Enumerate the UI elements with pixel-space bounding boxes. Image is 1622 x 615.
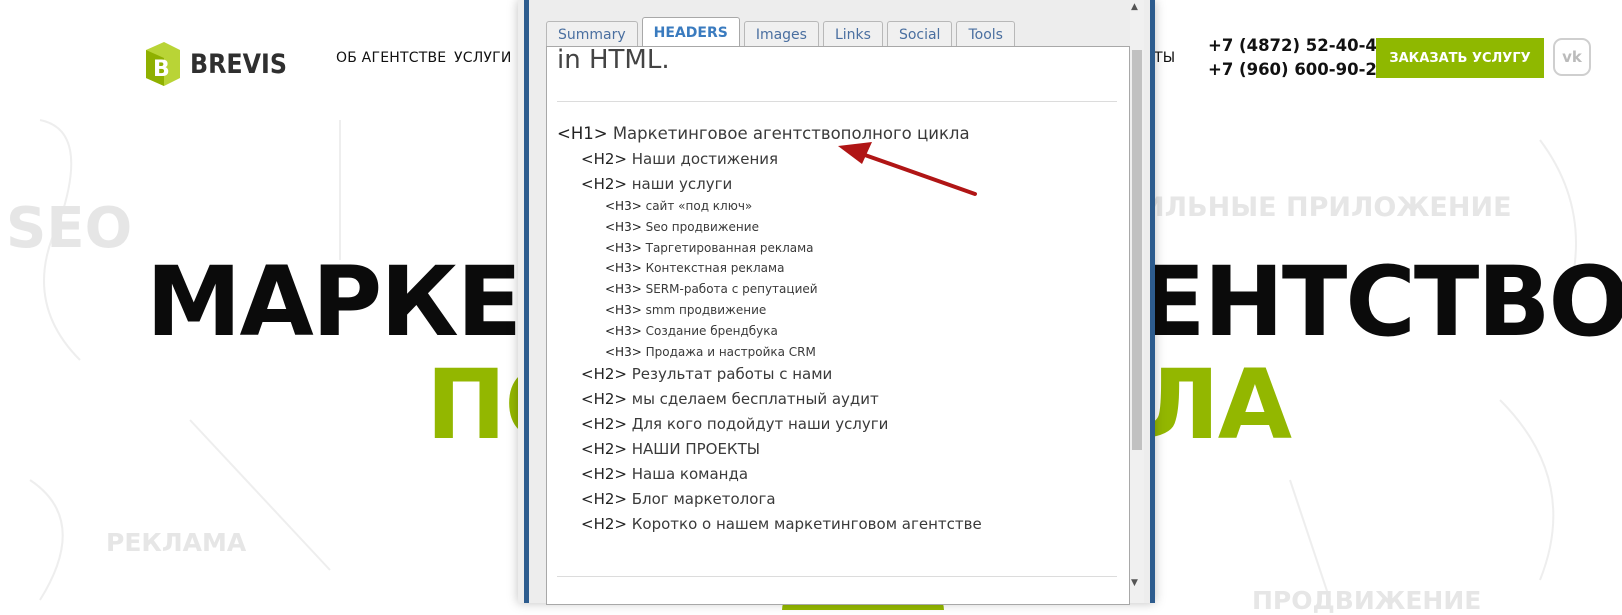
header-row: <H2> Наша команда — [581, 465, 749, 484]
header-row: <H2> НАШИ ПРОЕКТЫ — [581, 440, 760, 459]
panel-tabs: Summary HEADERS Images Links Social Tool… — [546, 17, 1015, 48]
header-row: <H2> мы сделаем бесплатный аудит — [581, 390, 879, 409]
tab-images[interactable]: Images — [743, 21, 819, 48]
svg-text:B: B — [153, 57, 170, 82]
header-row: <H2> Результат работы с нами — [581, 365, 833, 384]
scroll-thumb[interactable] — [1132, 50, 1142, 450]
header-row: <H3> Таргетированная реклама — [605, 240, 814, 255]
nav-services[interactable]: УСЛУГИ — [454, 50, 512, 66]
tab-headers[interactable]: HEADERS — [641, 17, 740, 48]
phone-1[interactable]: +7 (4872) 52-40-45 — [1208, 34, 1388, 58]
phone-numbers: +7 (4872) 52-40-45 +7 (960) 600-90-20 — [1208, 34, 1388, 82]
header-row: <H2> Наши достижения — [581, 150, 779, 168]
divider-bottom — [557, 576, 1117, 577]
header-row: <H3> Продажа и настройка CRM — [605, 344, 816, 359]
panel-scrollbar[interactable]: ▲ ▼ — [1130, 0, 1144, 603]
order-service-button[interactable]: ЗАКАЗАТЬ УСЛУГУ — [1376, 38, 1544, 78]
headers-list: <H1> Маркетинговое агентствополного цикл… — [557, 121, 982, 537]
header-row: <H2> Коротко о нашем маркетинговом агент… — [581, 515, 982, 534]
ghost-word-promo: ПРОДВИЖЕНИЕ — [1252, 586, 1482, 615]
brevis-logo-icon: B — [146, 42, 180, 86]
ghost-word-ads: РЕКЛАМА — [106, 528, 247, 557]
logo-text: BREVIS — [190, 48, 287, 80]
panel-left-border — [524, 0, 529, 603]
intro-text: in HTML. — [557, 46, 670, 75]
vk-icon[interactable]: vk — [1553, 38, 1591, 76]
divider-top — [557, 101, 1117, 102]
scroll-up-icon[interactable]: ▲ — [1131, 2, 1138, 12]
panel-right-border — [1150, 0, 1155, 603]
headers-content: in HTML. <H1> Маркетинговое агентствопол… — [546, 46, 1130, 605]
hero-title-right: ЕНТСТВО — [1140, 246, 1622, 358]
tab-tools[interactable]: Tools — [956, 21, 1015, 48]
header-row: <H3> сайт «под ключ» — [605, 199, 753, 213]
tab-summary[interactable]: Summary — [546, 21, 638, 48]
header-row: <H3> Создание брендбука — [605, 323, 778, 338]
header-row: <H3> smm продвижение — [605, 302, 767, 317]
header-row: <H1> Маркетинговое агентствополного цикл… — [557, 124, 970, 143]
header-row: <H3> SERM-работа с репутацией — [605, 282, 818, 297]
ghost-word-seo: SEO — [6, 196, 133, 261]
header-row: <H2> наши услуги — [581, 174, 733, 193]
phone-2[interactable]: +7 (960) 600-90-20 — [1208, 58, 1388, 82]
header-row: <H2> Для кого подойдут наши услуги — [581, 415, 889, 434]
tab-social[interactable]: Social — [886, 21, 953, 48]
hero-subtitle-right: ЛА — [1140, 349, 1292, 461]
header-row: <H3> Контекстная реклама — [605, 261, 785, 276]
nav-contacts-partial[interactable]: ТЫ — [1154, 50, 1175, 66]
seo-extension-panel: Summary HEADERS Images Links Social Tool… — [518, 0, 1155, 605]
ghost-word-apps: ИЛЬНЫЕ ПРИЛОЖЕНИЕ — [1142, 192, 1512, 223]
brevis-logo[interactable]: B BREVIS — [140, 36, 300, 92]
header-row: <H2> Блог маркетолога — [581, 490, 776, 509]
header-row: <H3> Seo продвижение — [605, 219, 759, 234]
tab-links[interactable]: Links — [822, 21, 883, 48]
nav-about[interactable]: ОБ АГЕНТСТВЕ — [336, 50, 446, 66]
scroll-down-icon[interactable]: ▼ — [1131, 578, 1138, 588]
